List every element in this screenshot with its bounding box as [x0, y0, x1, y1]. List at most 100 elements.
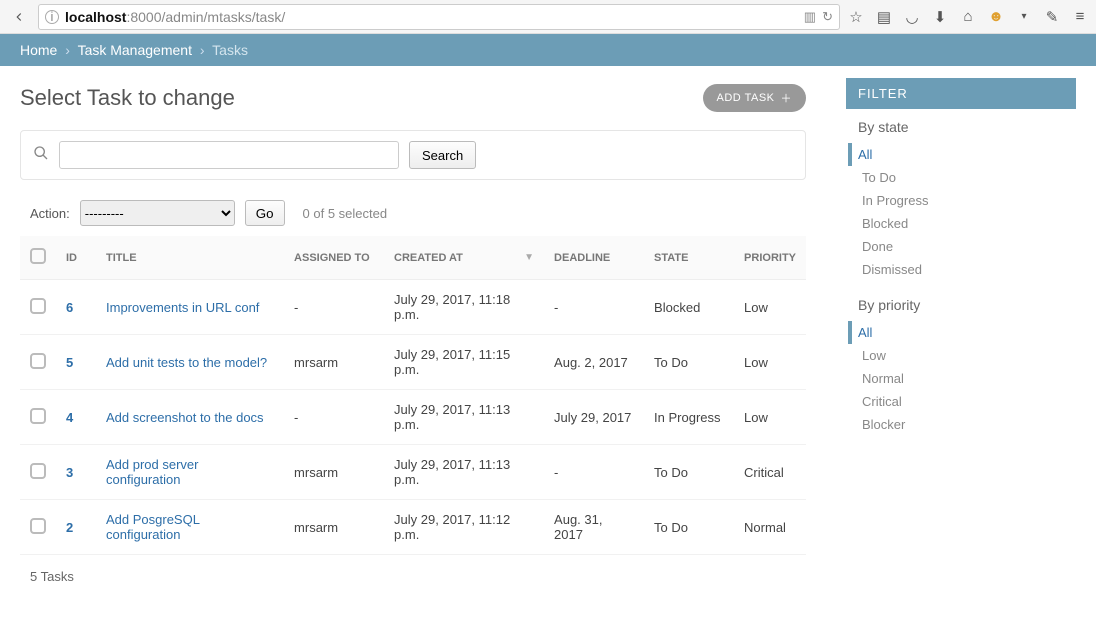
col-deadline[interactable]: DEADLINE [544, 236, 644, 280]
row-title-link[interactable]: Add unit tests to the model? [106, 355, 267, 370]
table-row: 6 Improvements in URL conf -July 29, 2017,… [20, 280, 806, 335]
filter-option[interactable]: To Do [858, 166, 1064, 189]
breadcrumb-home[interactable]: Home [20, 42, 57, 58]
table-row: 5 Add unit tests to the model? mrsarmJuly … [20, 335, 806, 390]
row-deadline: Aug. 2, 2017 [544, 335, 644, 390]
add-task-button[interactable]: ADD TASK ＋ [703, 84, 807, 112]
col-created[interactable]: CREATED AT ▼ [384, 236, 544, 280]
row-assigned: mrsarm [284, 335, 384, 390]
action-row: Action: --------- Go 0 of 5 selected [30, 200, 806, 226]
col-assigned[interactable]: ASSIGNED TO [284, 236, 384, 280]
row-assigned: mrsarm [284, 500, 384, 555]
home-icon[interactable]: ⌂ [958, 8, 978, 25]
reader-icon[interactable]: ▥ [804, 9, 816, 25]
task-table: ID TITLE ASSIGNED TO CREATED AT ▼ DEADLI… [20, 236, 806, 555]
filter-priority-label: By priority [858, 297, 1064, 313]
selection-count: 0 of 5 selected [303, 206, 388, 221]
search-icon [33, 145, 49, 166]
toolbar-icons: ☆ ▤ ◡ ⬇ ⌂ ☻ ▾ ✎ ≡ [846, 8, 1090, 26]
page-title: Select Task to change [20, 85, 235, 111]
sidebar: FILTER By state AllTo DoIn ProgressBlock… [846, 78, 1076, 598]
breadcrumb-sep: › [196, 42, 209, 58]
breadcrumb: Home › Task Management › Tasks [0, 34, 1096, 66]
col-priority[interactable]: PRIORITY [734, 236, 806, 280]
breadcrumb-sep: › [61, 42, 74, 58]
row-id-link[interactable]: 6 [66, 300, 73, 315]
row-checkbox[interactable] [30, 298, 46, 314]
row-priority: Low [734, 335, 806, 390]
row-assigned: mrsarm [284, 445, 384, 500]
row-priority: Low [734, 280, 806, 335]
table-row: 3Add prod server configurationmrsarmJuly… [20, 445, 806, 500]
download-icon[interactable]: ⬇ [930, 8, 950, 26]
filter-option[interactable]: Critical [858, 390, 1064, 413]
pocket-icon[interactable]: ◡ [902, 8, 922, 26]
reload-icon[interactable]: ↻ [822, 9, 833, 25]
breadcrumb-parent[interactable]: Task Management [78, 42, 192, 58]
row-checkbox[interactable] [30, 353, 46, 369]
table-row: 2 Add PosgreSQL configuration mrsarmJuly 2… [20, 500, 806, 555]
info-icon: i [45, 10, 59, 24]
clipboard-icon[interactable]: ▤ [874, 8, 894, 26]
row-state: Blocked [644, 280, 734, 335]
menu-icon[interactable]: ≡ [1070, 8, 1090, 25]
filter-option[interactable]: Done [858, 235, 1064, 258]
row-title-link[interactable]: Add PosgreSQL configuration [106, 512, 199, 542]
select-all-checkbox[interactable] [30, 248, 46, 264]
row-state: To Do [644, 335, 734, 390]
filter-option[interactable]: Blocker [858, 413, 1064, 436]
search-input[interactable] [59, 141, 399, 169]
row-priority: Normal [734, 500, 806, 555]
col-id[interactable]: ID [56, 236, 96, 280]
row-deadline: - [544, 280, 644, 335]
row-created: July 29, 2017, 11:13 p.m. [384, 390, 544, 445]
add-task-label: ADD TASK [717, 92, 775, 104]
filter-option[interactable]: All [848, 321, 1064, 344]
row-created: July 29, 2017, 11:12 p.m. [384, 500, 544, 555]
col-state[interactable]: STATE [644, 236, 734, 280]
filter-option[interactable]: Normal [858, 367, 1064, 390]
filter-option[interactable]: In Progress [858, 189, 1064, 212]
filter-state-label: By state [858, 119, 1064, 135]
search-button[interactable]: Search [409, 141, 476, 169]
row-id-link[interactable]: 3 [66, 465, 73, 480]
url-text: localhost:8000/admin/mtasks/task/ [65, 9, 798, 25]
row-checkbox[interactable] [30, 518, 46, 534]
row-priority: Critical [734, 445, 806, 500]
row-title-link[interactable]: Add screenshot to the docs [106, 410, 264, 425]
eyedropper-icon[interactable]: ✎ [1042, 8, 1062, 26]
row-id-link[interactable]: 4 [66, 410, 73, 425]
filter-option[interactable]: Low [858, 344, 1064, 367]
star-icon[interactable]: ☆ [846, 8, 866, 26]
filter-option[interactable]: Blocked [858, 212, 1064, 235]
browser-chrome: i localhost:8000/admin/mtasks/task/ ▥ ↻ … [0, 0, 1096, 34]
row-state: To Do [644, 445, 734, 500]
col-title[interactable]: TITLE [96, 236, 284, 280]
back-button[interactable] [6, 4, 32, 30]
url-bar[interactable]: i localhost:8000/admin/mtasks/task/ ▥ ↻ [38, 4, 840, 30]
row-checkbox[interactable] [30, 463, 46, 479]
emoji-icon[interactable]: ☻ [986, 8, 1006, 25]
main-content: Select Task to change ADD TASK ＋ Search … [20, 78, 806, 598]
row-created: July 29, 2017, 11:15 p.m. [384, 335, 544, 390]
row-checkbox[interactable] [30, 408, 46, 424]
row-assigned: - [284, 280, 384, 335]
filter-by-priority: By priority AllLowNormalCriticalBlocker [846, 287, 1076, 442]
row-state: In Progress [644, 390, 734, 445]
row-title-link[interactable]: Improvements in URL conf [106, 300, 259, 315]
table-row: 4Add screenshot to the docs-July 29, 201… [20, 390, 806, 445]
row-deadline: July 29, 2017 [544, 390, 644, 445]
action-label: Action: [30, 206, 70, 221]
filter-option[interactable]: All [848, 143, 1064, 166]
action-select[interactable]: --------- [80, 200, 235, 226]
go-button[interactable]: Go [245, 200, 285, 226]
row-deadline: Aug. 31, 2017 [544, 500, 644, 555]
plus-icon: ＋ [781, 90, 793, 106]
chevron-down-icon[interactable]: ▾ [1014, 11, 1034, 22]
row-title-link[interactable]: Add prod server configuration [106, 457, 199, 487]
row-id-link[interactable]: 2 [66, 520, 73, 535]
row-id-link[interactable]: 5 [66, 355, 73, 370]
filter-heading: FILTER [846, 78, 1076, 109]
row-created: July 29, 2017, 11:18 p.m. [384, 280, 544, 335]
filter-option[interactable]: Dismissed [858, 258, 1064, 281]
